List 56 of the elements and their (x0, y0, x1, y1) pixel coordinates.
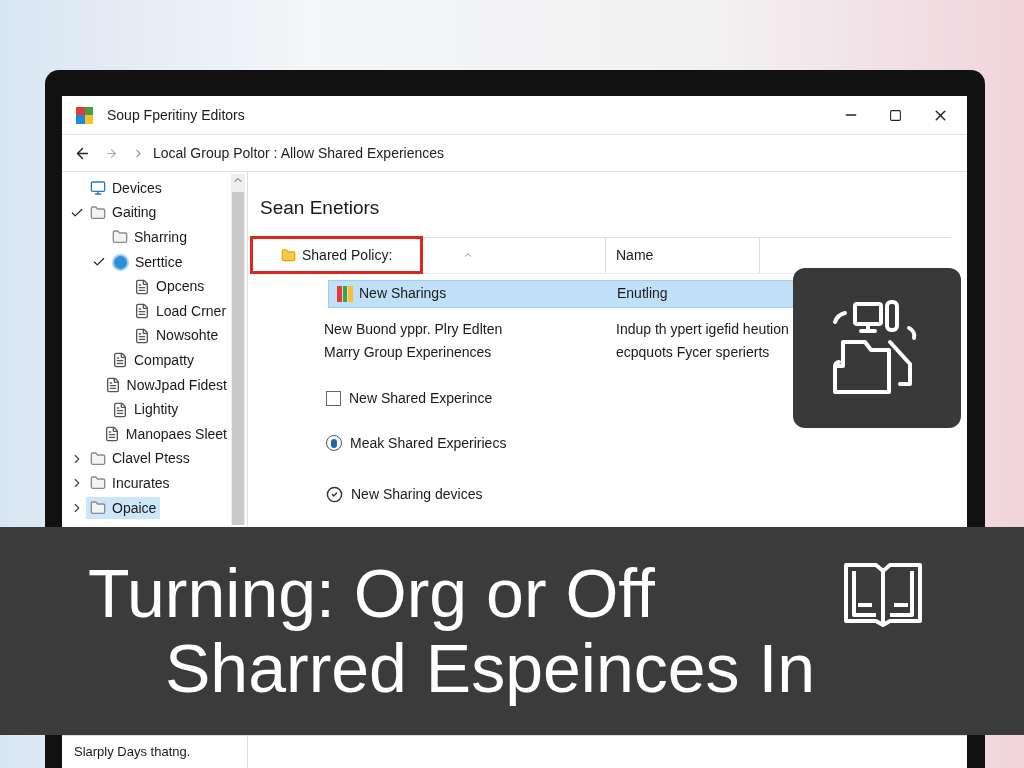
document-icon (112, 352, 128, 369)
tree-item[interactable]: NowJpad Fidest (100, 374, 231, 397)
document-icon (134, 278, 150, 295)
status-text: Slarply Days thatng. (62, 736, 248, 768)
tree-item[interactable]: Compatty (108, 349, 198, 372)
banner-title: Turning: Org or Off (88, 556, 655, 631)
document-icon (134, 327, 150, 344)
table-cell-text: Marry Group Experinences (324, 342, 492, 362)
tree-item[interactable]: Gaiting (86, 201, 161, 224)
table-cell-text: New Buond yppr. Plry Edlten (324, 319, 503, 339)
folder-icon (90, 475, 106, 492)
table-cell-text: Enutling (616, 284, 668, 303)
table-cell-text: ecpquots Fycer sperierts (615, 342, 770, 362)
folder-icon (90, 500, 106, 516)
option-label: Meak Shared Expeririecs (350, 433, 507, 453)
chart-sheet-icon (337, 285, 353, 302)
tree-item[interactable]: Opcens (130, 275, 209, 298)
folder-icon (281, 247, 296, 263)
tree-item[interactable]: Serttice (108, 251, 187, 274)
folder-icon (112, 229, 128, 246)
document-icon (103, 426, 120, 443)
window-title: Soup Fperitiny Editors (107, 105, 245, 125)
monitor-icon (90, 180, 106, 197)
app-logo-icon (76, 106, 93, 124)
tree-item[interactable]: Load Crner (130, 300, 231, 323)
tree-item[interactable]: Manopaes Sleet (99, 423, 231, 446)
tree-item[interactable]: Devices (86, 177, 166, 200)
maximize-icon[interactable] (889, 108, 902, 122)
option-label: New Sharing devices (351, 484, 483, 504)
column-header[interactable]: Shared Policy: (250, 236, 424, 274)
checkbox[interactable] (326, 390, 341, 406)
table-cell-text: New Sharings (359, 284, 447, 303)
table-row[interactable]: New Buond yppr. Plry Edlten Indup th ypert igefid heution (260, 317, 791, 341)
tree-item[interactable]: Opaice (86, 497, 161, 519)
document-icon (112, 401, 128, 418)
radio-button[interactable] (326, 435, 342, 451)
column-header[interactable]: Name (606, 237, 760, 273)
address-path[interactable]: Local Group Poltor : Allow Shared Experiences (153, 142, 445, 164)
check-circle-icon (326, 485, 343, 503)
folder-icon (90, 204, 106, 221)
table-row[interactable]: Marry Group Experinences ecpquots Fycer sperierts (260, 340, 772, 364)
section-heading: Sean Enetiors (260, 196, 381, 220)
banner-title: Sharred Espeinces In (165, 631, 817, 706)
tree-item[interactable]: Incurates (86, 472, 174, 495)
tree-item[interactable]: Clavel Ptess (86, 447, 194, 470)
option-label: New Shared Experince (349, 388, 493, 408)
tree-item[interactable]: Nowsohte (130, 324, 223, 347)
sort-icon (463, 250, 474, 260)
tree-item[interactable]: Lightity (108, 398, 183, 421)
table-cell-text: Indup th ypert igefid heution (615, 319, 789, 339)
document-icon (104, 377, 121, 394)
folder-icon (90, 450, 106, 467)
document-icon (134, 303, 150, 320)
scrollbar[interactable] (231, 174, 245, 525)
open-book-icon (842, 560, 924, 627)
tree-item[interactable]: Sharring (108, 226, 191, 249)
